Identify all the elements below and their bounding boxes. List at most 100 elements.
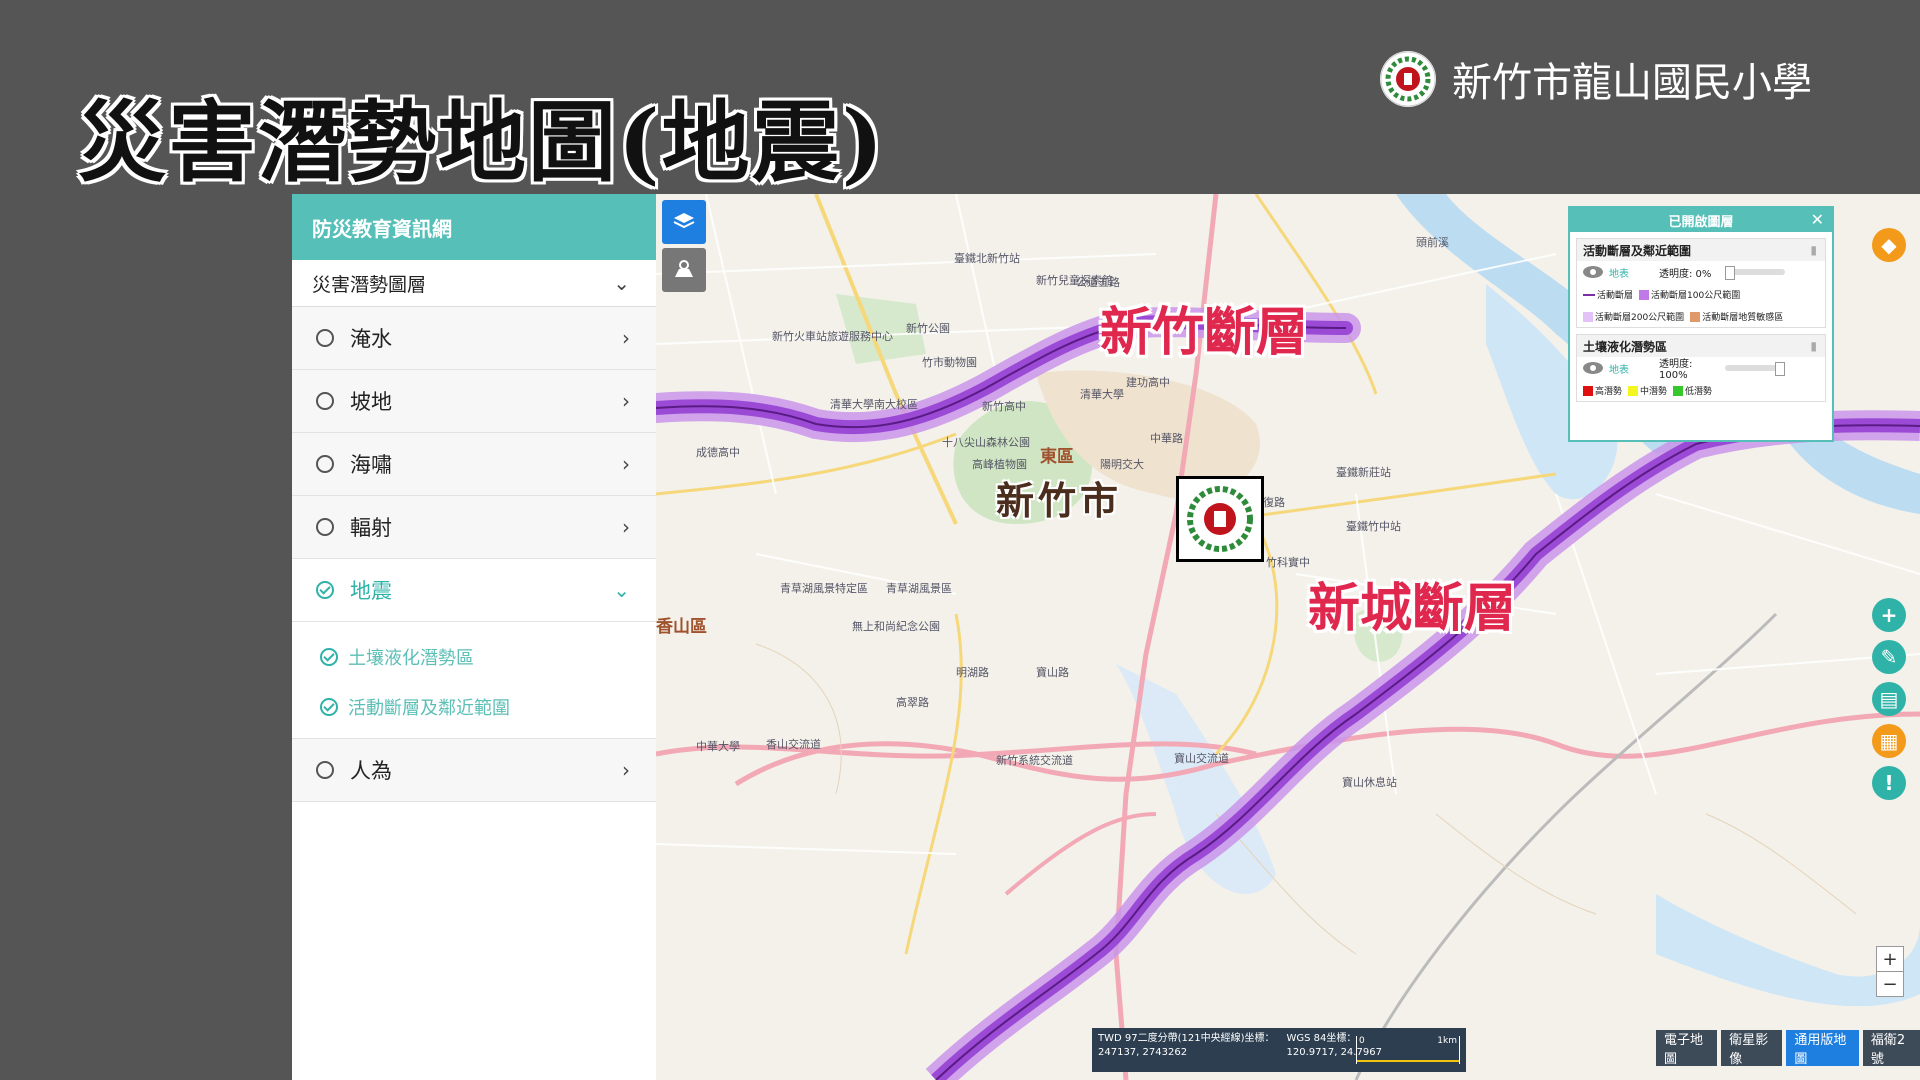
compass-icon[interactable]: ◆ xyxy=(1872,228,1906,262)
trash-icon[interactable]: ▮ xyxy=(1810,243,1817,257)
eye-icon[interactable] xyxy=(1583,266,1603,278)
legend-swatch xyxy=(1583,294,1595,296)
layers-icon xyxy=(673,213,695,229)
map-label: 十八尖山森林公園 xyxy=(942,436,1030,449)
map-label: 新竹兒童探索館 xyxy=(1036,274,1113,287)
legend-label: 低潛勢 xyxy=(1685,386,1713,397)
map-label: 臺鐵竹中站 xyxy=(1346,520,1401,533)
legend-label: 活動斷層地質敏感區 xyxy=(1702,312,1784,323)
close-icon[interactable]: ✕ xyxy=(1811,210,1824,229)
category-label: 輻射 xyxy=(350,516,392,540)
category-label: 坡地 xyxy=(350,390,392,414)
opacity-slider[interactable] xyxy=(1725,266,1785,280)
sidebar-header: 防災教育資訊網 xyxy=(292,194,656,260)
subitem-active-fault[interactable]: 活動斷層及鄰近範圍 xyxy=(292,682,656,732)
school-marker-icon[interactable] xyxy=(1176,476,1264,562)
print-icon[interactable]: ▤ xyxy=(1872,682,1906,716)
map-label: 臺鐵新莊站 xyxy=(1336,466,1391,479)
section-label: 土壤液化潛勢區 xyxy=(1583,339,1668,354)
chevron-right-icon: › xyxy=(622,326,630,350)
panel-header: 已開啟圖層 ✕ xyxy=(1570,208,1832,232)
chevron-right-icon: › xyxy=(622,758,630,782)
legend-swatch xyxy=(1583,386,1593,396)
category-earthquake[interactable]: 地震 ⌄ xyxy=(292,559,656,622)
eye-icon[interactable] xyxy=(1583,362,1603,374)
layer-section-fault: 活動斷層及鄰近範圍 ▮ 地表 透明度: 0% 活動斷層 活動斷層100公尺範圍 活… xyxy=(1576,238,1826,328)
opacity-slider[interactable] xyxy=(1725,362,1785,376)
radio-icon xyxy=(316,455,334,473)
category-label: 地震 xyxy=(350,579,392,603)
subitem-liquefaction[interactable]: 土壤液化潛勢區 xyxy=(292,632,656,682)
fault-label-hsincheng: 新城斷層 xyxy=(1308,578,1517,639)
category-label: 海嘯 xyxy=(350,453,392,477)
category-tsunami[interactable]: 海嘯 › xyxy=(292,433,656,496)
map-label: 明湖路 xyxy=(956,666,989,679)
map-label: 青草湖風景特定區 xyxy=(780,582,868,595)
map-label: 竹科實中 xyxy=(1266,556,1310,569)
basemap-button[interactable]: 福衛2號 xyxy=(1862,1030,1920,1067)
zoom-out-button[interactable]: − xyxy=(1877,972,1903,996)
map-label: 香山交流道 xyxy=(766,738,821,751)
coordinate-readout: TWD 97二度分帶(121中央經線)坐標： 247137, 2743262 W… xyxy=(1092,1028,1466,1072)
map-label: 建功高中 xyxy=(1126,376,1170,389)
map-label: 清華大學南大校區 xyxy=(830,398,918,411)
basemap-button-active[interactable]: 通用版地圖 xyxy=(1786,1030,1859,1067)
school-logo xyxy=(1380,51,1436,107)
city-label: 新竹市 xyxy=(996,478,1123,523)
slider-knob[interactable] xyxy=(1775,362,1785,376)
zoom-in-button[interactable]: + xyxy=(1877,947,1903,972)
legend-label: 活動斷層200公尺範圍 xyxy=(1595,312,1685,323)
map-label: 高翠路 xyxy=(896,696,929,709)
pen-icon[interactable]: ✎ xyxy=(1872,640,1906,674)
category-radiation[interactable]: 輻射 › xyxy=(292,496,656,559)
category-human[interactable]: 人為 › xyxy=(292,739,656,802)
map-label: 新竹高中 xyxy=(982,400,1026,413)
chevron-right-icon: › xyxy=(622,515,630,539)
layer-group-dropdown[interactable]: 災害潛勢圖層 ⌄ xyxy=(292,260,656,307)
trash-icon[interactable]: ▮ xyxy=(1810,339,1817,353)
legend-swatch xyxy=(1583,312,1593,322)
scale-bar: 0 1km xyxy=(1356,1036,1460,1064)
map-label: 臺鐵北新竹站 xyxy=(954,252,1020,265)
category-flood[interactable]: 淹水 › xyxy=(292,307,656,370)
chevron-right-icon: › xyxy=(622,452,630,476)
alert-icon[interactable]: ! xyxy=(1872,766,1906,800)
map-label: 中華大學 xyxy=(696,740,740,753)
legend-label: 中潛勢 xyxy=(1640,386,1668,397)
layer-section-liquefaction: 土壤液化潛勢區 ▮ 地表 透明度: 100% 高潛勢 中潛勢 低潛勢 xyxy=(1576,334,1826,402)
layer-toggle[interactable]: 地表 xyxy=(1609,265,1653,280)
legend-label: 高潛勢 xyxy=(1595,386,1623,397)
legend-row: 活動斷層200公尺範圍 活動斷層地質敏感區 xyxy=(1577,305,1825,327)
legend-swatch xyxy=(1673,386,1684,396)
zoom-control: + − xyxy=(1876,946,1904,997)
section-label: 活動斷層及鄰近範圍 xyxy=(1583,243,1692,258)
layer-toggle[interactable]: 地表 xyxy=(1609,361,1653,376)
map-label: 新竹火車站旅遊服務中心 xyxy=(772,330,893,343)
map-label: 頭前溪 xyxy=(1416,236,1449,249)
radio-icon xyxy=(316,392,334,410)
section-title: 土壤液化潛勢區 ▮ xyxy=(1577,335,1825,357)
earthquake-subitems: 土壤液化潛勢區 活動斷層及鄰近範圍 xyxy=(292,622,656,739)
map-label: 成德高中 xyxy=(696,446,740,459)
book-icon[interactable]: ▦ xyxy=(1872,724,1906,758)
layer-controls: 地表 透明度: 100% xyxy=(1577,357,1825,381)
layer-controls: 地表 透明度: 0% xyxy=(1577,261,1825,283)
layers-button[interactable] xyxy=(662,200,706,244)
scale-line xyxy=(1357,1060,1459,1062)
panel-title: 已開啟圖層 xyxy=(1668,214,1734,230)
layer-group-label: 災害潛勢圖層 xyxy=(312,273,427,296)
plus-circle-icon[interactable]: + xyxy=(1872,598,1906,632)
basemap-button[interactable]: 電子地圖 xyxy=(1656,1030,1718,1067)
basemap-switcher: 電子地圖 衛星影像 通用版地圖 福衛2號 xyxy=(1656,1030,1920,1067)
category-slope[interactable]: 坡地 › xyxy=(292,370,656,433)
map-label: 新竹系統交流道 xyxy=(996,754,1073,767)
map-label: 中華路 xyxy=(1150,432,1183,445)
radio-icon xyxy=(316,518,334,536)
twd-label: TWD 97二度分帶(121中央經線)坐標： xyxy=(1098,1033,1275,1044)
locate-button[interactable] xyxy=(662,248,706,292)
legend-swatch xyxy=(1690,312,1701,322)
map-canvas[interactable]: 清華大學 陽明交大 竹科實中 新竹高中 建功高中 成德高中 十八尖山森林公園 高… xyxy=(656,194,1920,1080)
basemap-button[interactable]: 衛星影像 xyxy=(1721,1030,1783,1067)
slider-knob[interactable] xyxy=(1725,266,1735,280)
sidebar: 防災教育資訊網 災害潛勢圖層 ⌄ 淹水 › 坡地 › 海嘯 › 輻射 › 地震 ⌄ 土壤液… xyxy=(292,194,657,1080)
